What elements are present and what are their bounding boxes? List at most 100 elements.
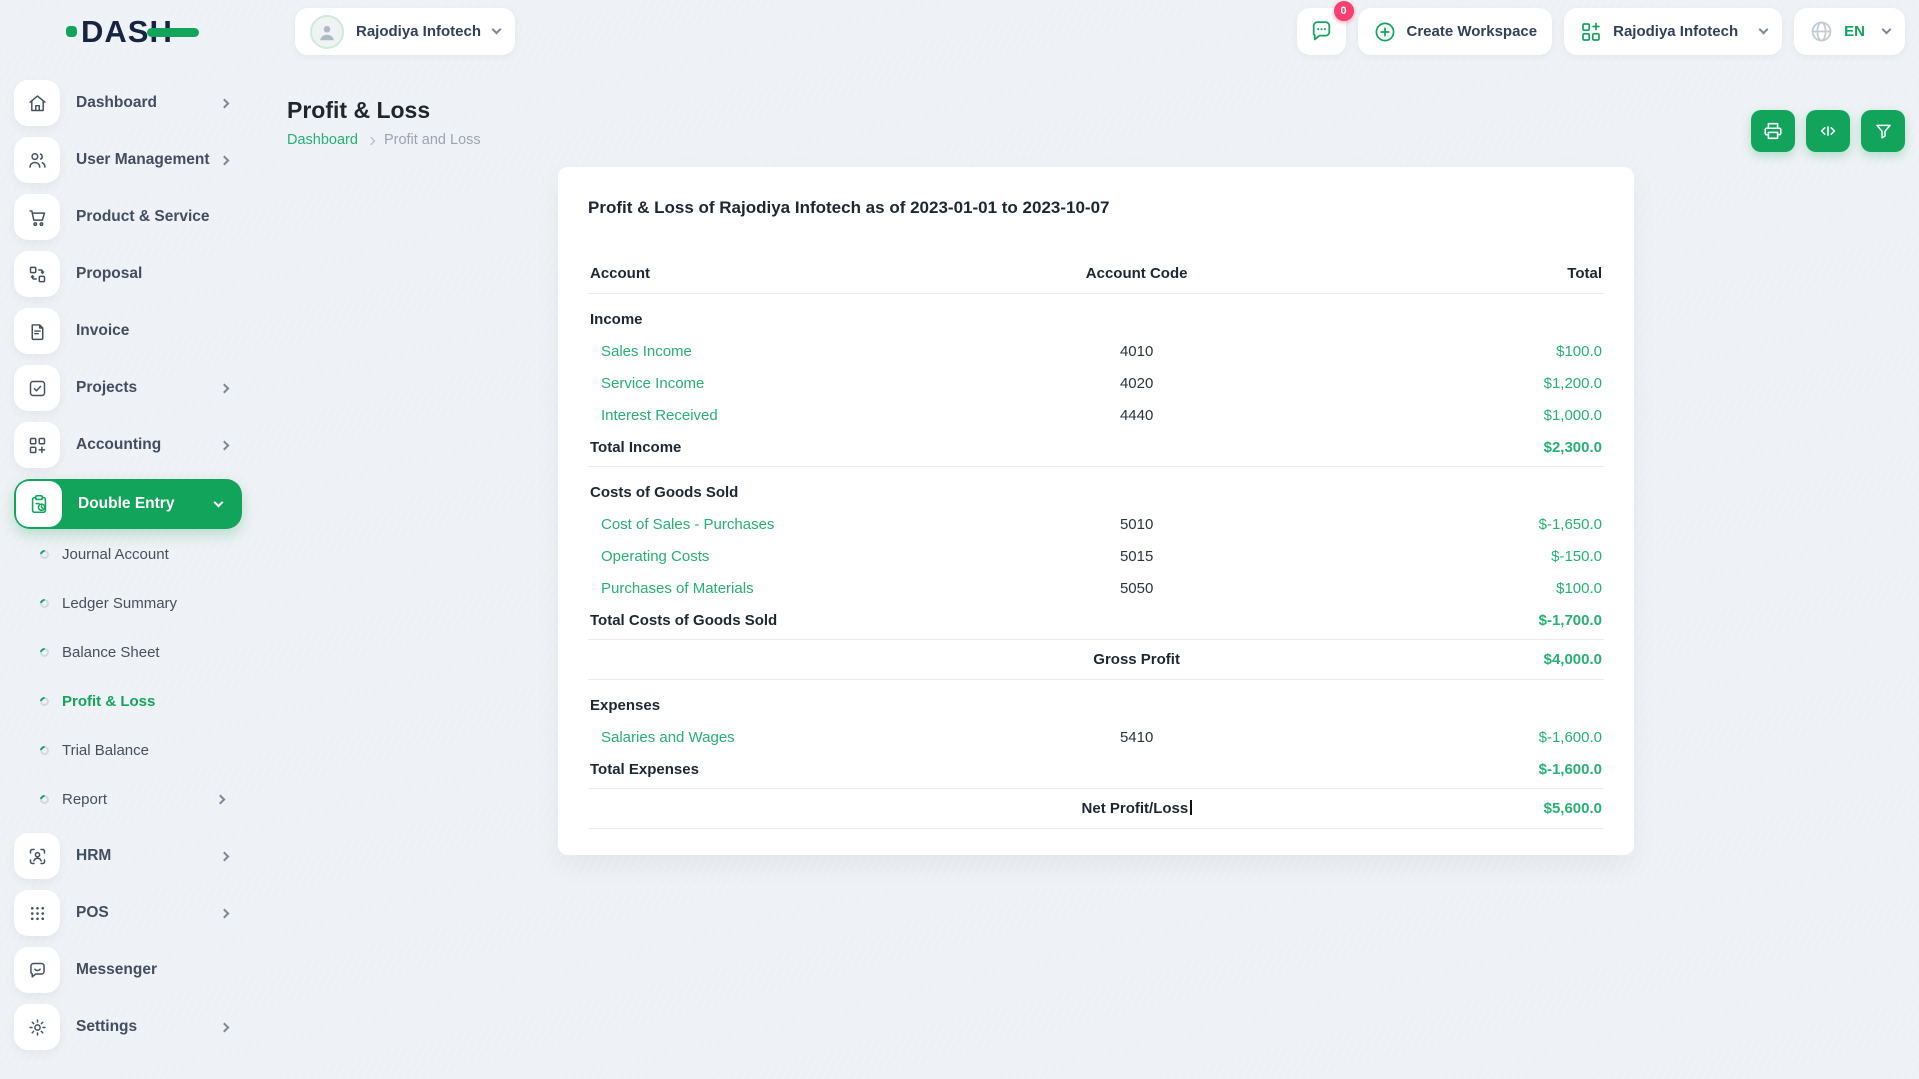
account-link[interactable]: Salaries and Wages — [588, 722, 994, 754]
column-header-account-code: Account Code — [994, 265, 1279, 294]
logo-dot-icon — [66, 26, 77, 37]
sidebar-item-accounting[interactable]: Accounting — [14, 422, 260, 468]
page-title: Profit & Loss — [287, 97, 431, 123]
column-header-total: Total — [1278, 265, 1604, 294]
subitem-label: Trial Balance — [62, 741, 149, 759]
subitem-label: Ledger Summary — [62, 594, 178, 612]
breadcrumb-separator-icon — [366, 136, 376, 145]
filter-button[interactable] — [1861, 110, 1905, 152]
sidebar-item-label: Settings — [76, 1018, 138, 1035]
gear-icon — [14, 1004, 60, 1050]
chevron-down-icon — [1881, 24, 1892, 35]
account-code: 5410 — [1119, 729, 1154, 746]
sidebar-subitem-balance-sheet[interactable]: Balance Sheet — [38, 637, 260, 667]
sidebar-item-label: Projects — [76, 379, 138, 396]
sidebar-subitem-trial-balance[interactable]: Trial Balance — [38, 735, 260, 765]
profit-loss-card: Profit & Loss of Rajodiya Infotech as of… — [558, 167, 1634, 855]
language-code: EN — [1844, 23, 1865, 40]
chevron-right-icon — [219, 851, 230, 861]
avatar — [310, 14, 344, 49]
chevron-right-icon — [219, 98, 230, 108]
account-link[interactable]: Operating Costs — [588, 541, 994, 573]
sidebar-item-product-service[interactable]: Product & Service — [14, 194, 260, 240]
workspace-selector[interactable]: Rajodiya Infotech — [1564, 8, 1783, 55]
create-workspace-label: Create Workspace — [1406, 23, 1538, 40]
sidebar-item-label: Dashboard — [76, 94, 157, 111]
table-row: Operating Costs 5015 $-150.0 — [588, 541, 1604, 573]
sidebar-item-label: Double Entry — [78, 495, 175, 512]
account-link[interactable]: Service Income — [588, 368, 994, 400]
chevron-right-icon — [219, 440, 230, 450]
bullet-icon — [38, 547, 51, 561]
subitem-label: Profit & Loss — [62, 692, 156, 710]
filter-funnel-icon — [1875, 124, 1891, 139]
report-title: Profit & Loss of Rajodiya Infotech as of… — [588, 198, 1110, 217]
print-button[interactable] — [1751, 110, 1795, 152]
toggle-columns-button[interactable] — [1806, 110, 1850, 152]
chevron-down-icon — [213, 497, 224, 507]
account-link[interactable]: Interest Received — [588, 400, 994, 432]
net-profit-loss-row: Net Profit/Loss $5,600.0 — [588, 788, 1604, 829]
sidebar-item-dashboard[interactable]: Dashboard — [14, 80, 260, 126]
sidebar-subitem-report[interactable]: Report — [38, 784, 260, 814]
subitem-label: Balance Sheet — [62, 643, 160, 661]
breadcrumb-dashboard-link[interactable]: Dashboard — [287, 132, 358, 148]
account-link[interactable]: Sales Income — [588, 336, 994, 368]
profit-loss-table: Account Account Code Total Income Sales … — [588, 265, 1604, 829]
breadcrumb-current: Profit and Loss — [383, 132, 481, 148]
amount: $100.0 — [1556, 580, 1602, 597]
language-selector[interactable]: EN — [1794, 8, 1905, 55]
topbar-right: 0 Create Workspace Rajodiya Infotech EN — [1296, 1, 1905, 55]
sidebar-item-hrm[interactable]: HRM — [14, 833, 260, 879]
sidebar-item-label: User Management — [76, 151, 210, 168]
invoice-icon — [14, 308, 60, 354]
summary-label: Net Profit/Loss — [1081, 800, 1189, 817]
bullet-icon — [38, 743, 51, 757]
plus-circle-icon — [1375, 22, 1394, 41]
account-link[interactable]: Purchases of Materials — [588, 573, 994, 605]
amount: $4,000.0 — [1278, 639, 1604, 680]
workspace-name: Rajodiya Infotech — [1613, 23, 1739, 40]
total-expenses-row: Total Expenses $-1,600.0 — [588, 753, 1604, 789]
sidebar-subitem-journal-account[interactable]: Journal Account — [38, 539, 260, 569]
sidebar-item-label: Accounting — [76, 436, 162, 453]
text-caret — [1190, 800, 1192, 815]
account-code: 4440 — [1119, 407, 1154, 424]
chevron-right-icon — [219, 1022, 230, 1032]
amount: $2,300.0 — [1278, 431, 1604, 467]
section-label: Expenses — [590, 697, 661, 714]
code-expand-icon — [1820, 126, 1836, 136]
chat-badge: 0 — [1333, 1, 1354, 21]
sidebar-item-settings[interactable]: Settings — [14, 1004, 260, 1050]
sidebar-item-double-entry[interactable]: Double Entry — [14, 479, 242, 529]
logo-dash-icon — [146, 28, 199, 37]
sidebar-item-messenger[interactable]: Messenger — [14, 947, 260, 993]
table-row: Sales Income 4010 $100.0 — [588, 336, 1604, 368]
account-code: 5015 — [1119, 548, 1154, 565]
account-code: 4010 — [1119, 343, 1154, 360]
sidebar-item-label: Messenger — [76, 961, 157, 978]
sidebar-subitem-ledger-summary[interactable]: Ledger Summary — [38, 588, 260, 618]
column-header-account: Account — [588, 265, 995, 294]
amount: $-1,650.0 — [1538, 516, 1602, 533]
total-income-row: Total Income $2,300.0 — [588, 431, 1604, 467]
page-header: Profit & Loss Dashboard Profit and Loss — [287, 97, 1905, 152]
sidebar-item-projects[interactable]: Projects — [14, 365, 260, 411]
double-entry-clipboard-icon — [16, 481, 62, 527]
total-label: Total Expenses — [588, 753, 995, 789]
sidebar-subitem-profit-loss[interactable]: Profit & Loss — [38, 686, 260, 716]
create-workspace-button[interactable]: Create Workspace — [1357, 8, 1553, 55]
users-icon — [14, 137, 60, 183]
app-logo[interactable]: DAS H — [66, 16, 199, 47]
company-selector[interactable]: Rajodiya Infotech — [295, 8, 516, 55]
amount: $5,600.0 — [1278, 788, 1604, 829]
sidebar-item-pos[interactable]: POS — [14, 890, 260, 936]
user-scan-icon — [14, 833, 60, 879]
company-name: Rajodiya Infotech — [356, 23, 482, 40]
account-link[interactable]: Cost of Sales - Purchases — [588, 509, 994, 541]
chat-button[interactable]: 0 — [1296, 1, 1354, 55]
sidebar-item-user-management[interactable]: User Management — [14, 137, 260, 183]
sidebar-item-proposal[interactable]: Proposal — [14, 251, 260, 297]
table-row: Salaries and Wages 5410 $-1,600.0 — [588, 722, 1604, 754]
sidebar-item-invoice[interactable]: Invoice — [14, 308, 260, 354]
